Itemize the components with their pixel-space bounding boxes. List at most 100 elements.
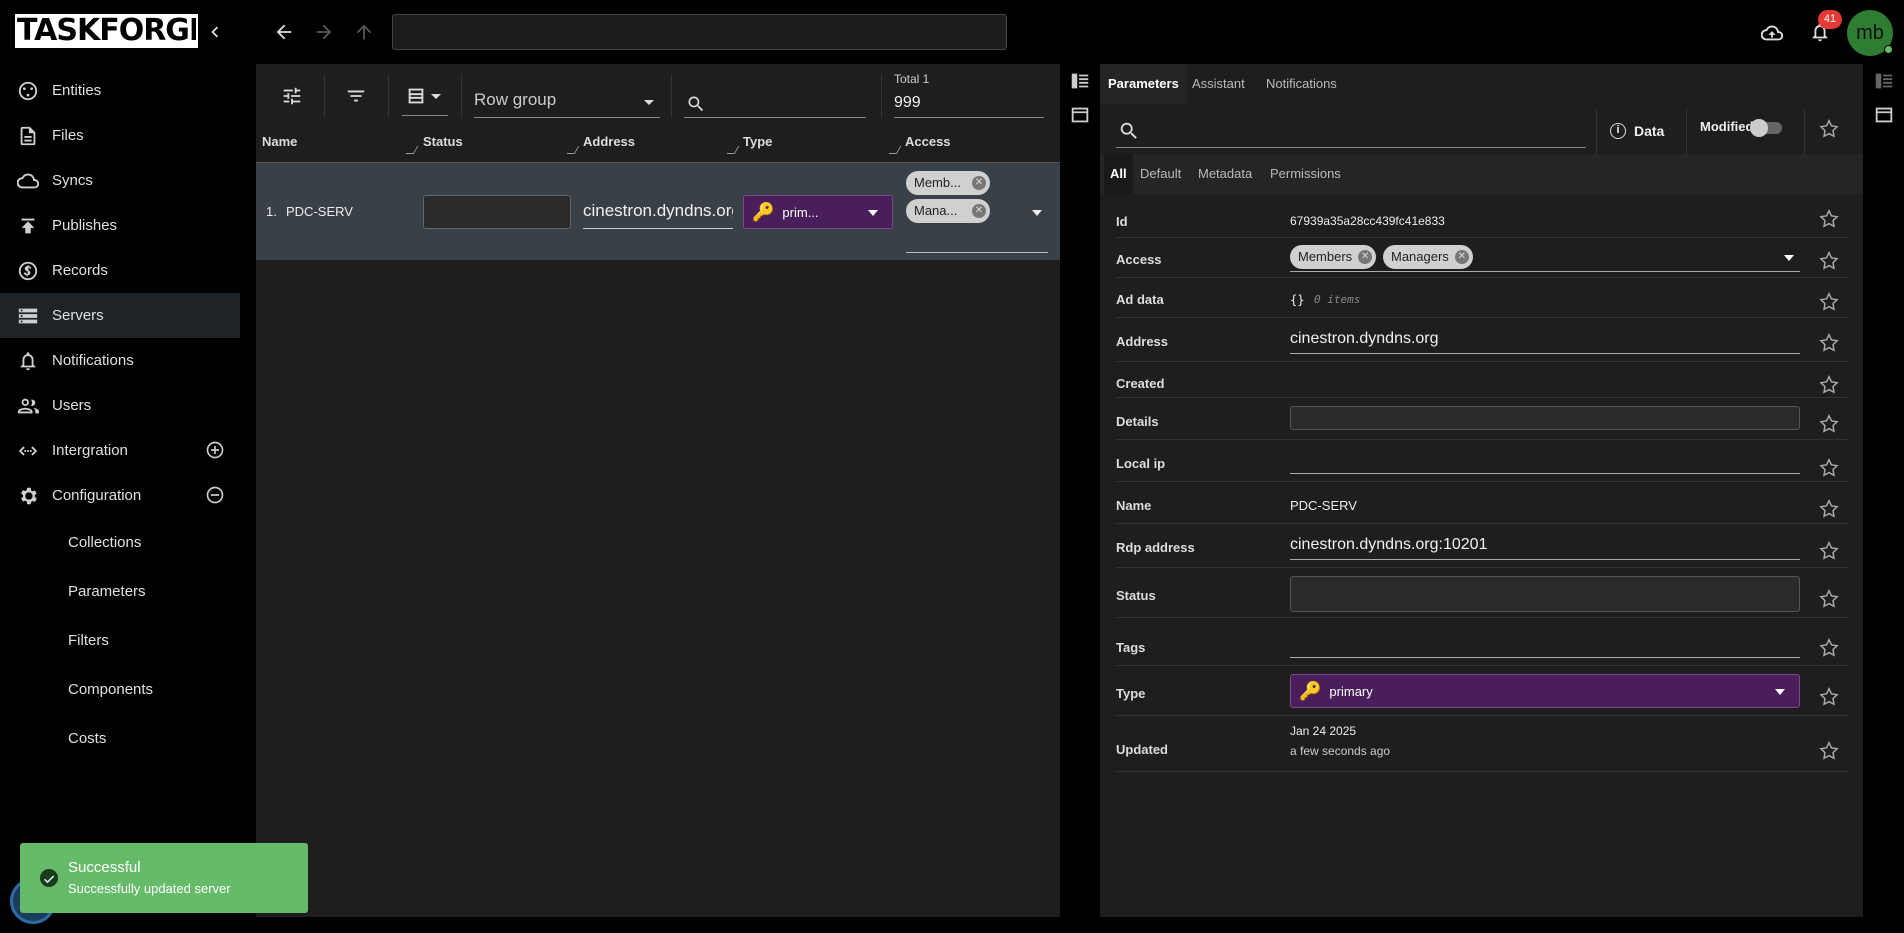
access-chip[interactable]: Mana... ✕ bbox=[906, 199, 990, 223]
field-row-id: Id 67939a35a28cc439fc41e833 bbox=[1116, 194, 1848, 238]
remove-chip-icon[interactable]: ✕ bbox=[972, 176, 986, 190]
row-status-input[interactable] bbox=[423, 195, 571, 229]
sidebar-item-records[interactable]: Records bbox=[0, 248, 240, 293]
row-group-select[interactable]: Row group bbox=[474, 82, 660, 118]
rdp-address-input[interactable]: cinestron.dyndns.org:10201 bbox=[1290, 530, 1800, 560]
search-icon bbox=[1120, 122, 1137, 139]
sidebar-subitem-filters[interactable]: Filters bbox=[0, 616, 240, 665]
column-header-address[interactable]: Address bbox=[577, 134, 740, 162]
expand-plus-icon[interactable] bbox=[205, 440, 225, 460]
data-button[interactable]: i Data bbox=[1610, 114, 1664, 148]
sidebar-item-label: Files bbox=[52, 127, 84, 144]
collapse-sidebar-icon[interactable] bbox=[203, 20, 227, 44]
file-icon bbox=[16, 124, 40, 148]
column-settings-button[interactable] bbox=[272, 76, 312, 116]
search-icon bbox=[688, 96, 704, 112]
tab-notifications[interactable]: Notifications bbox=[1258, 64, 1345, 104]
subtab-metadata[interactable]: Metadata bbox=[1192, 154, 1258, 194]
type-select[interactable]: 🔑 primary bbox=[1290, 674, 1800, 708]
dollar-icon bbox=[16, 259, 40, 283]
star-icon[interactable] bbox=[1818, 374, 1842, 398]
sidebar-item-configuration[interactable]: Configuration bbox=[0, 473, 240, 518]
toggle-panel-window-icon[interactable] bbox=[1069, 104, 1093, 128]
star-icon[interactable] bbox=[1818, 250, 1842, 274]
sidebar-subitem-collections[interactable]: Collections bbox=[0, 518, 240, 567]
cloud-sync-icon[interactable] bbox=[1759, 20, 1785, 46]
access-chip-members[interactable]: Members ✕ bbox=[1290, 245, 1377, 269]
total-count-label: Total 1 bbox=[894, 72, 930, 86]
star-icon[interactable] bbox=[1818, 413, 1842, 437]
sidebar-subitem-components[interactable]: Components bbox=[0, 665, 240, 714]
subtab-permissions[interactable]: Permissions bbox=[1264, 154, 1347, 194]
modified-toggle[interactable] bbox=[1750, 119, 1782, 137]
filter-button[interactable] bbox=[336, 76, 376, 116]
chevron-down-icon bbox=[1784, 255, 1794, 261]
field-row-rdp-address: Rdp address cinestron.dyndns.org:10201 bbox=[1116, 524, 1848, 568]
sidebar-item-syncs[interactable]: Syncs bbox=[0, 158, 240, 203]
sidebar-item-users[interactable]: Users bbox=[0, 383, 240, 428]
star-icon[interactable] bbox=[1818, 332, 1842, 356]
table-search-input[interactable] bbox=[684, 88, 866, 118]
key-icon: 🔑 bbox=[752, 201, 775, 222]
star-icon[interactable] bbox=[1818, 118, 1842, 142]
table-row[interactable]: 1. PDC-SERV cinestron.dyndns.org 🔑 prim.… bbox=[256, 162, 1060, 260]
sidebar-item-files[interactable]: Files bbox=[0, 113, 240, 158]
tags-input[interactable] bbox=[1290, 626, 1800, 658]
star-icon[interactable] bbox=[1818, 686, 1842, 710]
tab-assistant[interactable]: Assistant bbox=[1184, 64, 1253, 104]
access-chip-managers[interactable]: Managers ✕ bbox=[1383, 245, 1473, 269]
sidebar-item-integration[interactable]: Intergration bbox=[0, 428, 240, 473]
tab-parameters[interactable]: Parameters bbox=[1100, 64, 1187, 104]
subtab-bar: All Default Metadata Permissions bbox=[1100, 154, 1863, 194]
star-icon[interactable] bbox=[1818, 637, 1842, 661]
ad-data-braces: {} bbox=[1290, 293, 1305, 307]
access-dropdown-icon[interactable] bbox=[1032, 210, 1042, 216]
subtab-default[interactable]: Default bbox=[1134, 154, 1187, 194]
sidebar-item-label: Notifications bbox=[52, 352, 134, 369]
sidebar-subitem-parameters[interactable]: Parameters bbox=[0, 567, 240, 616]
sidebar-item-publishes[interactable]: Publishes bbox=[0, 203, 240, 248]
column-header-access[interactable]: Access bbox=[899, 134, 1059, 162]
sidebar-item-servers[interactable]: Servers bbox=[0, 293, 240, 338]
toggle-panel-list-icon[interactable] bbox=[1069, 70, 1093, 94]
row-type-select[interactable]: 🔑 prim... bbox=[743, 195, 893, 229]
up-arrow-icon[interactable] bbox=[352, 20, 376, 44]
collapse-minus-icon[interactable] bbox=[205, 485, 225, 505]
access-select[interactable]: Members ✕ Managers ✕ bbox=[1290, 242, 1800, 272]
right-panel-window-icon[interactable] bbox=[1873, 104, 1897, 128]
toolbar-divider bbox=[671, 74, 672, 118]
local-ip-input[interactable] bbox=[1290, 446, 1800, 474]
address-input[interactable]: cinestron.dyndns.org bbox=[1290, 324, 1800, 354]
star-icon[interactable] bbox=[1818, 498, 1842, 522]
star-icon[interactable] bbox=[1818, 291, 1842, 315]
field-row-created: Created bbox=[1116, 362, 1848, 398]
column-header-status[interactable]: Status bbox=[417, 134, 580, 162]
sidebar-subitem-costs[interactable]: Costs bbox=[0, 714, 240, 763]
subtab-all[interactable]: All bbox=[1104, 154, 1133, 194]
sidebar-item-notifications[interactable]: Notifications bbox=[0, 338, 240, 383]
status-input[interactable] bbox=[1290, 576, 1800, 612]
remove-chip-icon[interactable]: ✕ bbox=[972, 204, 986, 218]
column-header-name[interactable]: Name bbox=[256, 134, 419, 162]
star-icon[interactable] bbox=[1818, 540, 1842, 564]
back-arrow-icon[interactable] bbox=[272, 20, 296, 44]
forward-arrow-icon[interactable] bbox=[312, 20, 336, 44]
star-icon[interactable] bbox=[1818, 457, 1842, 481]
view-mode-button[interactable] bbox=[398, 76, 448, 116]
page-size-input[interactable]: 999 bbox=[894, 90, 1044, 118]
remove-chip-icon[interactable]: ✕ bbox=[1358, 250, 1373, 264]
global-search-input[interactable] bbox=[392, 14, 1007, 50]
toast-title: Successful bbox=[68, 859, 141, 876]
info-icon: i bbox=[1610, 123, 1626, 139]
sidebar-item-entities[interactable]: Entities bbox=[0, 68, 240, 113]
right-panel-list-icon[interactable] bbox=[1873, 70, 1897, 94]
access-chip[interactable]: Memb... ✕ bbox=[906, 171, 990, 195]
column-header-type[interactable]: Type bbox=[737, 134, 902, 162]
details-textarea[interactable] bbox=[1290, 406, 1800, 430]
detail-search-input[interactable] bbox=[1116, 114, 1586, 148]
star-icon[interactable] bbox=[1818, 740, 1842, 764]
star-icon[interactable] bbox=[1818, 208, 1842, 232]
remove-chip-icon[interactable]: ✕ bbox=[1454, 250, 1469, 264]
star-icon[interactable] bbox=[1818, 588, 1842, 612]
row-address-input[interactable]: cinestron.dyndns.org bbox=[583, 195, 733, 229]
